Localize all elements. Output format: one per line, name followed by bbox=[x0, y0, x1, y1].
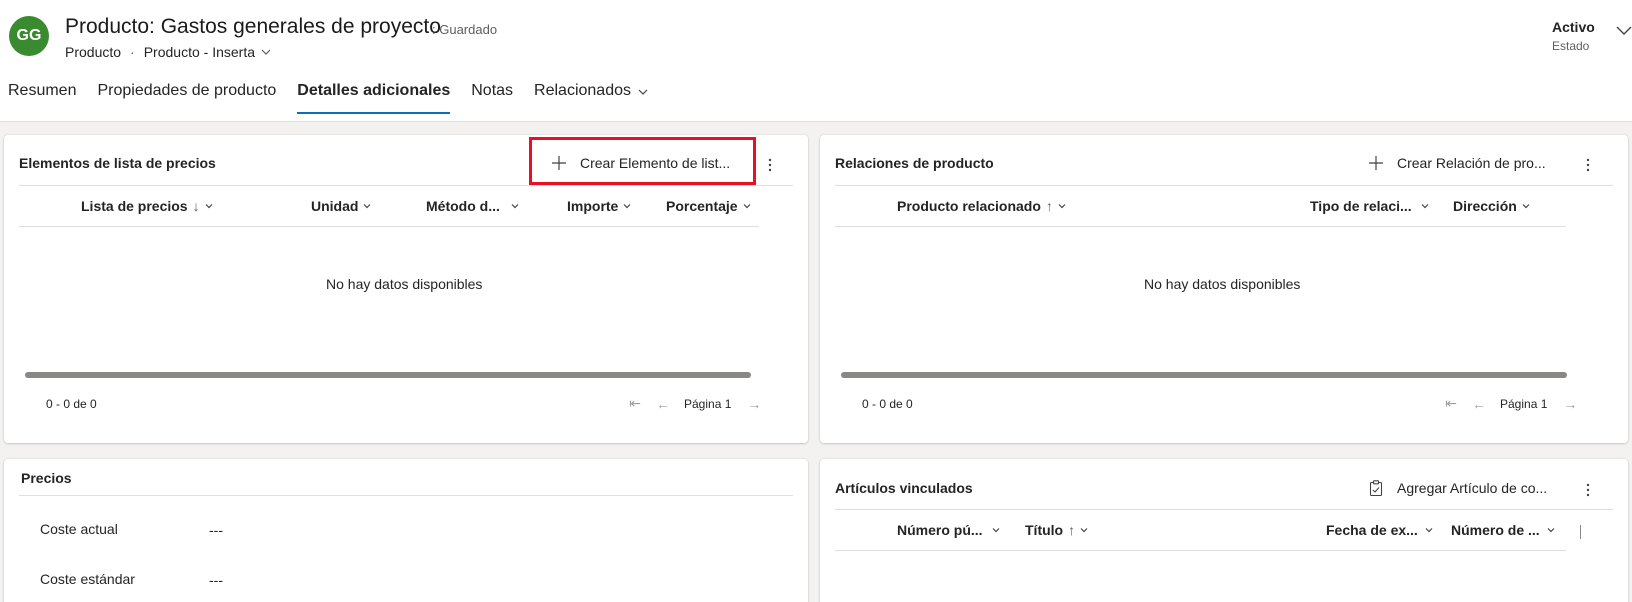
empty-state-text: No hay datos disponibles bbox=[1144, 276, 1301, 292]
chevron-down-icon bbox=[1522, 204, 1530, 209]
subgrid-title: Relaciones de producto bbox=[835, 155, 994, 171]
chevron-down-icon bbox=[1080, 528, 1088, 533]
tab-list: Resumen Propiedades de producto Detalles… bbox=[0, 78, 662, 114]
create-product-relation-button[interactable]: Crear Relación de pro... bbox=[1369, 155, 1546, 171]
avatar: GG bbox=[9, 16, 49, 56]
first-page-icon[interactable]: ⇤ bbox=[1444, 395, 1458, 412]
tab-relacionados[interactable]: Relacionados bbox=[534, 78, 649, 114]
chevron-down-icon bbox=[623, 204, 631, 209]
page-title: Producto: Gastos generales de proyecto bbox=[65, 15, 441, 38]
field-value-coste-estandar[interactable]: --- bbox=[209, 572, 223, 588]
chevron-down-icon bbox=[1058, 204, 1066, 209]
next-page-icon[interactable]: → bbox=[1563, 396, 1577, 412]
status-field: Activo Estado bbox=[1552, 19, 1595, 53]
breadcrumb-entity: Producto bbox=[65, 44, 122, 60]
column-header-titulo[interactable]: Título ↑ bbox=[1025, 522, 1089, 538]
column-header-direccion[interactable]: Dirección bbox=[1453, 198, 1531, 214]
record-count: 0 - 0 de 0 bbox=[46, 397, 97, 411]
column-header-importe[interactable]: Importe bbox=[567, 198, 632, 214]
next-page-icon[interactable]: → bbox=[747, 396, 761, 412]
field-label-coste-actual: Coste actual bbox=[40, 521, 118, 537]
form-selector[interactable]: Producto - Inserta bbox=[144, 44, 255, 60]
more-options-icon[interactable] bbox=[1584, 482, 1592, 498]
chevron-down-icon[interactable] bbox=[260, 46, 272, 58]
chevron-down-icon bbox=[205, 204, 213, 209]
column-header-numero-publico[interactable]: Número pú... bbox=[897, 522, 1001, 538]
column-header-unidad[interactable]: Unidad bbox=[311, 198, 372, 214]
chevron-down-icon bbox=[511, 204, 519, 209]
save-status: : Guardado bbox=[432, 22, 498, 37]
subgrid-title: Elementos de lista de precios bbox=[19, 155, 216, 171]
pricing-section: Precios Coste actual --- Coste estándar … bbox=[4, 459, 808, 602]
column-resize-handle[interactable] bbox=[1580, 525, 1581, 539]
clipboard-icon bbox=[1369, 480, 1383, 496]
expand-header-chevron-icon[interactable] bbox=[1616, 24, 1632, 36]
divider bbox=[19, 185, 793, 186]
field-label-coste-estandar: Coste estándar bbox=[40, 571, 135, 587]
empty-state-text: No hay datos disponibles bbox=[326, 276, 483, 292]
field-value-coste-actual[interactable]: --- bbox=[209, 522, 223, 538]
pagination: ⇤ ← Página 1 → bbox=[628, 395, 775, 412]
highlight-box bbox=[529, 137, 756, 185]
header-divider bbox=[19, 226, 759, 227]
column-header-producto-relacionado[interactable]: Producto relacionado ↑ bbox=[897, 198, 1067, 214]
column-header-fecha-de-expiracion[interactable]: Fecha de ex... bbox=[1326, 522, 1434, 538]
pagination: ⇤ ← Página 1 → bbox=[1444, 395, 1591, 412]
chevron-down-icon bbox=[1421, 204, 1429, 209]
previous-page-icon[interactable]: ← bbox=[656, 396, 670, 412]
column-header-tipo-de-relacion[interactable]: Tipo de relaci... bbox=[1310, 198, 1430, 214]
add-icon bbox=[1369, 156, 1383, 170]
tab-detalles-adicionales[interactable]: Detalles adicionales bbox=[297, 78, 450, 114]
header-divider bbox=[835, 550, 1566, 551]
chevron-down-icon bbox=[1425, 528, 1433, 533]
chevron-down-icon bbox=[743, 204, 751, 209]
sort-arrow-icon: ↑ bbox=[1068, 522, 1076, 538]
more-options-icon[interactable] bbox=[1584, 157, 1592, 173]
breadcrumb-separator: · bbox=[130, 44, 135, 60]
divider bbox=[19, 495, 793, 496]
page-label: Página 1 bbox=[684, 396, 732, 411]
column-header-porcentaje[interactable]: Porcentaje bbox=[666, 198, 752, 214]
chevron-down-icon bbox=[364, 204, 371, 209]
chevron-down-icon bbox=[1547, 528, 1555, 533]
subgrid-title: Artículos vinculados bbox=[835, 480, 973, 496]
column-header-lista-de-precios[interactable]: Lista de precios ↓ bbox=[81, 198, 214, 214]
tab-notas[interactable]: Notas bbox=[471, 78, 513, 114]
section-title: Precios bbox=[21, 470, 72, 486]
tab-resumen[interactable]: Resumen bbox=[8, 78, 76, 114]
add-knowledge-article-button[interactable]: Agregar Artículo de co... bbox=[1369, 480, 1547, 496]
first-page-icon[interactable]: ⇤ bbox=[628, 395, 642, 412]
record-count: 0 - 0 de 0 bbox=[862, 397, 913, 411]
previous-page-icon[interactable]: ← bbox=[1472, 396, 1486, 412]
header-divider bbox=[835, 226, 1566, 227]
horizontal-scrollbar[interactable] bbox=[25, 372, 751, 378]
tab-propiedades-de-producto[interactable]: Propiedades de producto bbox=[97, 78, 276, 114]
status-label: Estado bbox=[1552, 39, 1590, 53]
chevron-down-icon bbox=[992, 528, 999, 533]
linked-articles-subgrid: Artículos vinculados Agregar Artículo de… bbox=[820, 459, 1628, 602]
breadcrumb: Producto · Producto - Inserta bbox=[65, 44, 272, 60]
horizontal-scrollbar[interactable] bbox=[841, 372, 1567, 378]
divider bbox=[835, 509, 1613, 510]
divider bbox=[835, 185, 1613, 186]
column-header-numero-de[interactable]: Número de ... bbox=[1451, 522, 1556, 538]
column-header-metodo[interactable]: Método d... bbox=[426, 198, 520, 214]
more-options-icon[interactable] bbox=[766, 157, 774, 173]
chevron-down-icon bbox=[638, 89, 648, 95]
sort-arrow-icon: ↓ bbox=[192, 198, 200, 214]
sort-arrow-icon: ↑ bbox=[1045, 198, 1053, 214]
record-header: GG Producto: Gastos generales de proyect… bbox=[0, 0, 1632, 122]
status-value: Activo bbox=[1552, 19, 1595, 35]
product-relations-subgrid: Relaciones de producto Crear Relación de… bbox=[820, 135, 1628, 443]
page-label: Página 1 bbox=[1500, 396, 1548, 411]
